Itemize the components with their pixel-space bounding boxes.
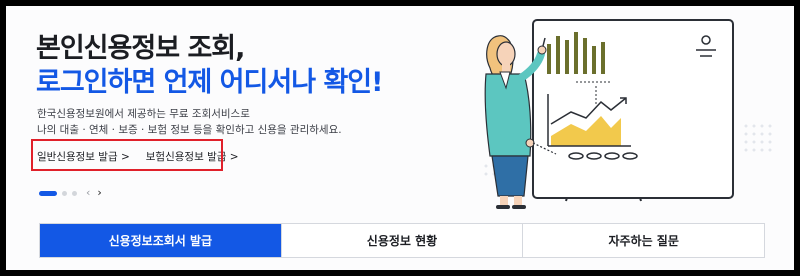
hero-description-line1: 한국신용정보원에서 제공하는 무료 조회서비스로: [37, 108, 250, 120]
hero-title-line1: 본인신용정보 조회,: [36, 33, 245, 64]
carousel-dot-active[interactable]: [39, 190, 57, 196]
highlight-box: [31, 139, 223, 171]
hero-title-line2: 로그인하면 언제 어디서나 확인!: [36, 67, 383, 98]
chevron-right-icon[interactable]: ›: [97, 187, 101, 198]
woman-presenting-chart-illustration: [484, 19, 772, 209]
tab-credit-report-issue[interactable]: 신용정보조회서 발급: [40, 224, 281, 257]
credit-info-tabs: 신용정보조회서 발급 신용정보 현황 자주하는 질문: [39, 223, 765, 258]
tab-credit-info-status[interactable]: 신용정보 현황: [280, 224, 523, 257]
hero-description-line2: 나의 대출 · 연체 · 보증 · 보험 정보 등을 확인하고 신용을 관리하세…: [37, 124, 342, 136]
flipchart-board: [532, 19, 734, 199]
chevron-left-icon[interactable]: ‹: [86, 187, 90, 198]
carousel-controls: ‹ ›: [39, 187, 102, 198]
credit-info-hero-banner: 본인신용정보 조회, 로그인하면 언제 어디서나 확인! 한국신용정보원에서 제…: [6, 6, 794, 270]
hero-description: 한국신용정보원에서 제공하는 무료 조회서비스로 나의 대출 · 연체 · 보증…: [37, 106, 342, 138]
carousel-dot[interactable]: [62, 190, 67, 196]
hero-title: 본인신용정보 조회, 로그인하면 언제 어디서나 확인!: [36, 32, 383, 100]
tab-faq[interactable]: 자주하는 질문: [522, 224, 765, 257]
carousel-dot[interactable]: [72, 190, 77, 196]
